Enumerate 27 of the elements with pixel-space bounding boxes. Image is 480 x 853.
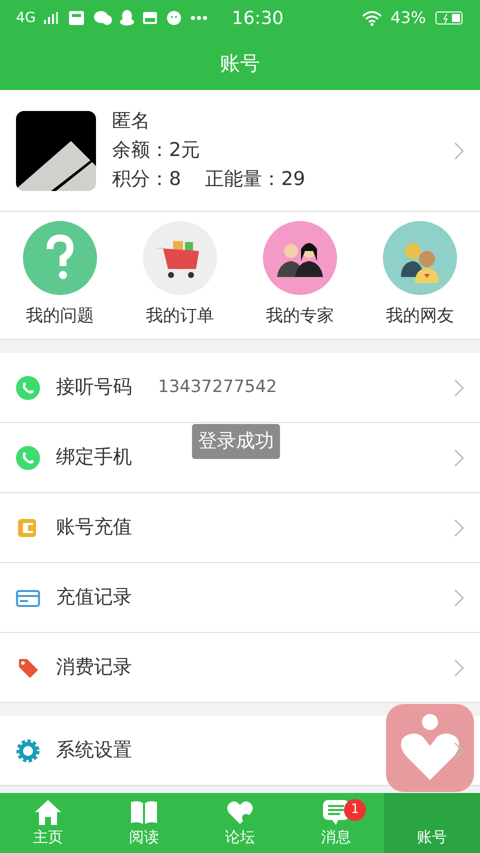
tab-button[interactable]: 消息 1 [288,793,384,853]
menu-row[interactable]: 接听号码 13437277542 [0,353,480,423]
menu-label: 接听号码 [56,375,132,400]
status-time: 16:30 [232,6,284,30]
profile-card[interactable]: 匿名 余额：2元 积分：8 正能量：29 [0,90,480,212]
battery-level: 43% [390,7,426,29]
balance-text: 余额：2元 [112,138,202,163]
phone-number: 13437277542 [158,376,277,399]
energy-text: 正能量：29 [205,167,306,192]
shortcut-label[interactable]: 我的专家 [266,304,334,330]
shortcut-label[interactable]: 我的问题 [26,304,94,330]
menu-label: 充值记录 [56,585,132,610]
menu-row[interactable]: 消费记录 [0,633,480,703]
menu-row[interactable]: 账号充值 [0,493,480,563]
menu-label: 系统设置 [56,738,132,764]
menu-row[interactable]: 充值记录 [0,563,480,633]
menu-label: 消费记录 [56,655,132,680]
notification-badge: 1 [344,799,366,821]
login-toast: 登录成功 [192,424,280,458]
menu-label: 绑定手机 [56,445,132,470]
page-title: 账号 [220,50,260,77]
user-name: 匿名 [112,109,151,134]
points-text: 积分：8 [112,167,182,192]
shortcut-label[interactable]: 我的订单 [146,304,214,330]
shortcut-label[interactable]: 我的网友 [386,304,454,330]
network-indicator: 4G [16,8,36,28]
menu-label: 账号充值 [56,515,132,540]
